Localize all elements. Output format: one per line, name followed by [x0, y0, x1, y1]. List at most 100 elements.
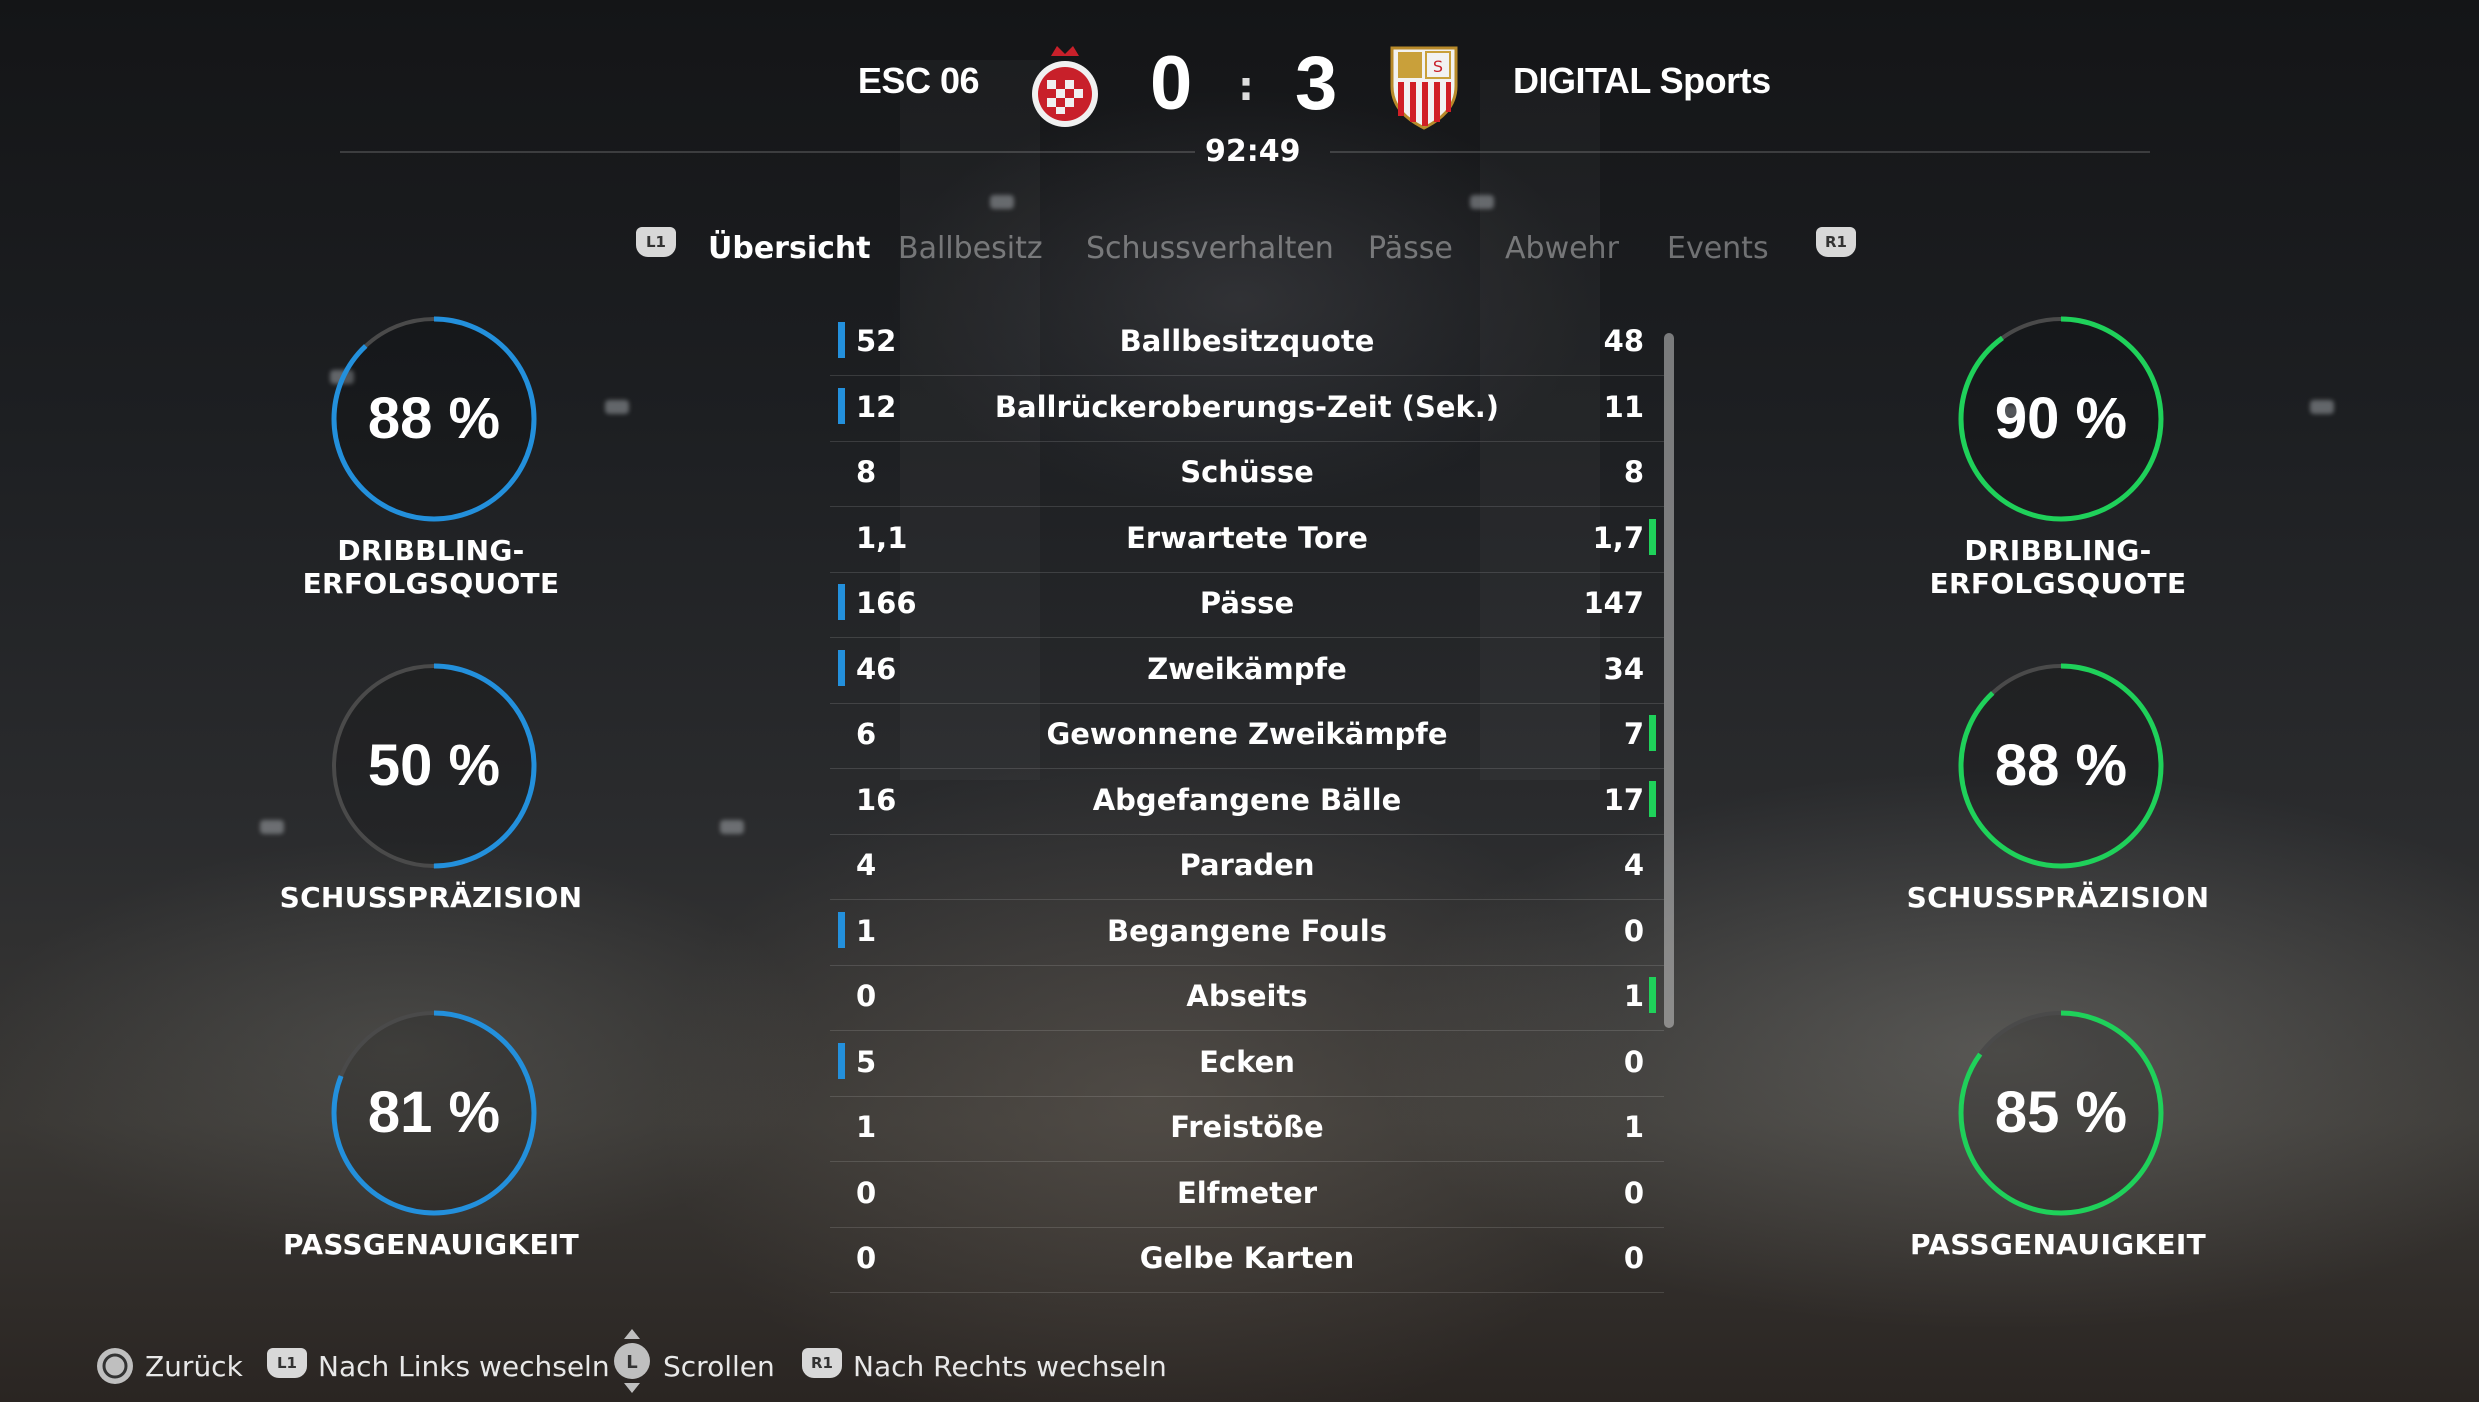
stat-away-value: 0 [1623, 913, 1644, 948]
stat-row: 1,1 Erwartete Tore 1,7 [830, 507, 1664, 573]
score-separator: : [1238, 64, 1254, 110]
away-leader-marker [1649, 715, 1656, 751]
stat-home-value: 8 [856, 455, 877, 489]
r1-button-icon[interactable]: R1 [1816, 227, 1856, 257]
gauge-label: SCHUSSPRÄZISION [1906, 881, 2210, 914]
gauge-label: DRIBBLING-ERFOLGSQUOTE [1929, 534, 2187, 600]
stat-away-value: 1 [1623, 1110, 1644, 1144]
stat-home-value: 5 [856, 1044, 877, 1079]
background-light [720, 820, 744, 834]
gauge-label: PASSGENAUIGKEIT [282, 1228, 580, 1261]
background-light [1470, 195, 1494, 209]
home-leader-marker [838, 911, 845, 948]
l1-hint-icon[interactable]: L1 [267, 1348, 307, 1378]
tab-ballbesitz[interactable]: Ballbesitz [898, 231, 1043, 266]
background-light [2310, 400, 2334, 414]
stat-name: Ecken [1199, 1044, 1295, 1079]
stat-row: 6 Gewonnene Zweikämpfe 7 [830, 703, 1664, 769]
stats-scrollbar[interactable] [1664, 333, 1674, 1028]
stat-home-value: 4 [856, 848, 877, 882]
home-gauge-dribbling: 88 % DRIBBLING-ERFOLGSQUOTE [221, 316, 641, 616]
stat-name: Pässe [1199, 586, 1295, 620]
stat-row: 0 Elfmeter 0 [830, 1162, 1664, 1228]
stat-name: Paraden [1179, 848, 1315, 882]
stat-name: Abgefangene Bälle [1092, 782, 1402, 817]
stats-table[interactable]: 52 Ballbesitzquote 48 12 Ballrückeroberungs-… [830, 310, 1664, 1293]
stat-row: 1 Begangene Fouls 0 [830, 900, 1664, 966]
stat-name: Zweikämpfe [1147, 651, 1347, 686]
stat-home-value: 0 [856, 1175, 877, 1210]
away-gauge-shot-accuracy: 88 % SCHUSSPRÄZISION [1848, 663, 2268, 963]
stat-row: 12 Ballrückeroberungs-Zeit (Sek.) 11 [830, 376, 1664, 442]
gauge-label: PASSGENAUIGKEIT [1909, 1228, 2207, 1261]
stat-home-value: 16 [856, 782, 897, 817]
r1-hint-icon[interactable]: R1 [802, 1348, 842, 1378]
stat-row: 4 Paraden 4 [830, 834, 1664, 900]
stat-name: Erwartete Tore [1126, 520, 1368, 555]
home-leader-marker [838, 387, 845, 424]
match-header: ESC 06 0 : 3 S DIGITAL Sports 92:49 [0, 0, 2479, 170]
hint-right-label[interactable]: Nach Rechts wechseln [853, 1350, 1167, 1383]
stat-away-value: 1,7 [1592, 520, 1644, 555]
stat-away-value: 4 [1623, 848, 1644, 882]
stat-row: 16 Abgefangene Bälle 17 [830, 769, 1664, 835]
stat-row: 5 Ecken 0 [830, 1031, 1664, 1097]
stat-row: 8 Schüsse 8 [830, 441, 1664, 507]
stat-away-value: 48 [1603, 324, 1644, 358]
home-leader-marker [838, 649, 845, 686]
stat-away-value: 17 [1603, 782, 1644, 817]
stat-name: Begangene Fouls [1107, 913, 1387, 948]
stat-away-value: 8 [1623, 455, 1644, 489]
stat-away-value: 0 [1623, 1175, 1644, 1210]
away-gauge-pass-accuracy: 85 % PASSGENAUIGKEIT [1848, 1010, 2268, 1310]
l1-button-icon[interactable]: L1 [636, 227, 676, 257]
hint-back-label[interactable]: Zurück [145, 1350, 243, 1383]
stat-name: Gelbe Karten [1139, 1241, 1355, 1275]
stat-row: 46 Zweikämpfe 34 [830, 638, 1664, 704]
away-club-crest-icon: S [1390, 46, 1458, 130]
gauge-label: DRIBBLING-ERFOLGSQUOTE [302, 534, 560, 600]
background-light [990, 195, 1014, 209]
stat-home-value: 52 [856, 324, 897, 358]
tab-paesse[interactable]: Pässe [1368, 231, 1453, 266]
gauge-label: SCHUSSPRÄZISION [279, 881, 583, 914]
stat-home-value: 1 [856, 1110, 877, 1144]
stat-home-value: 0 [856, 1241, 877, 1275]
stat-name: Abseits [1186, 979, 1308, 1013]
away-team-name: DIGITAL Sports [1513, 60, 1771, 101]
tab-events[interactable]: Events [1667, 231, 1769, 266]
stat-away-value: 0 [1623, 1044, 1644, 1079]
match-clock: 92:49 [1205, 134, 1301, 169]
away-leader-marker [1649, 977, 1656, 1013]
stat-away-value: 34 [1603, 651, 1644, 686]
gauge-value: 90 % [1994, 386, 2128, 451]
home-gauge-pass-accuracy: 81 % PASSGENAUIGKEIT [221, 1010, 641, 1310]
stat-name: Schüsse [1180, 455, 1314, 489]
gauge-value: 85 % [1994, 1080, 2128, 1145]
tab-uebersicht[interactable]: Übersicht [708, 231, 871, 266]
stat-row: 166 Pässe 147 [830, 572, 1664, 638]
stat-away-value: 0 [1623, 1241, 1644, 1275]
gauge-value: 88 % [367, 386, 501, 451]
hint-left-label[interactable]: Nach Links wechseln [318, 1350, 610, 1383]
circle-button-icon[interactable] [95, 1346, 135, 1386]
tab-abwehr[interactable]: Abwehr [1505, 231, 1619, 266]
stat-row: 0 Gelbe Karten 0 [830, 1227, 1664, 1293]
stat-row: 1 Freistöße 1 [830, 1096, 1664, 1162]
tab-schussverhalten[interactable]: Schussverhalten [1086, 231, 1334, 266]
stat-name: Elfmeter [1176, 1175, 1318, 1210]
stat-home-value: 12 [856, 389, 897, 424]
left-stick-icon[interactable]: L [610, 1327, 654, 1395]
home-leader-marker [838, 322, 845, 358]
stat-away-value: 7 [1623, 717, 1644, 751]
away-gauge-dribbling: 90 % DRIBBLING-ERFOLGSQUOTE [1848, 316, 2268, 616]
gauge-value: 50 % [367, 733, 501, 798]
stat-row: 0 Abseits 1 [830, 965, 1664, 1031]
home-leader-marker [838, 1042, 845, 1079]
stat-home-value: 1 [856, 913, 877, 948]
header-divider-left [340, 151, 1195, 153]
hint-scroll-label[interactable]: Scrollen [663, 1350, 775, 1383]
stat-name: Ballrückeroberungs-Zeit (Sek.) [994, 389, 1500, 424]
away-score: 3 [1295, 41, 1338, 126]
stat-home-value: 46 [856, 651, 897, 686]
